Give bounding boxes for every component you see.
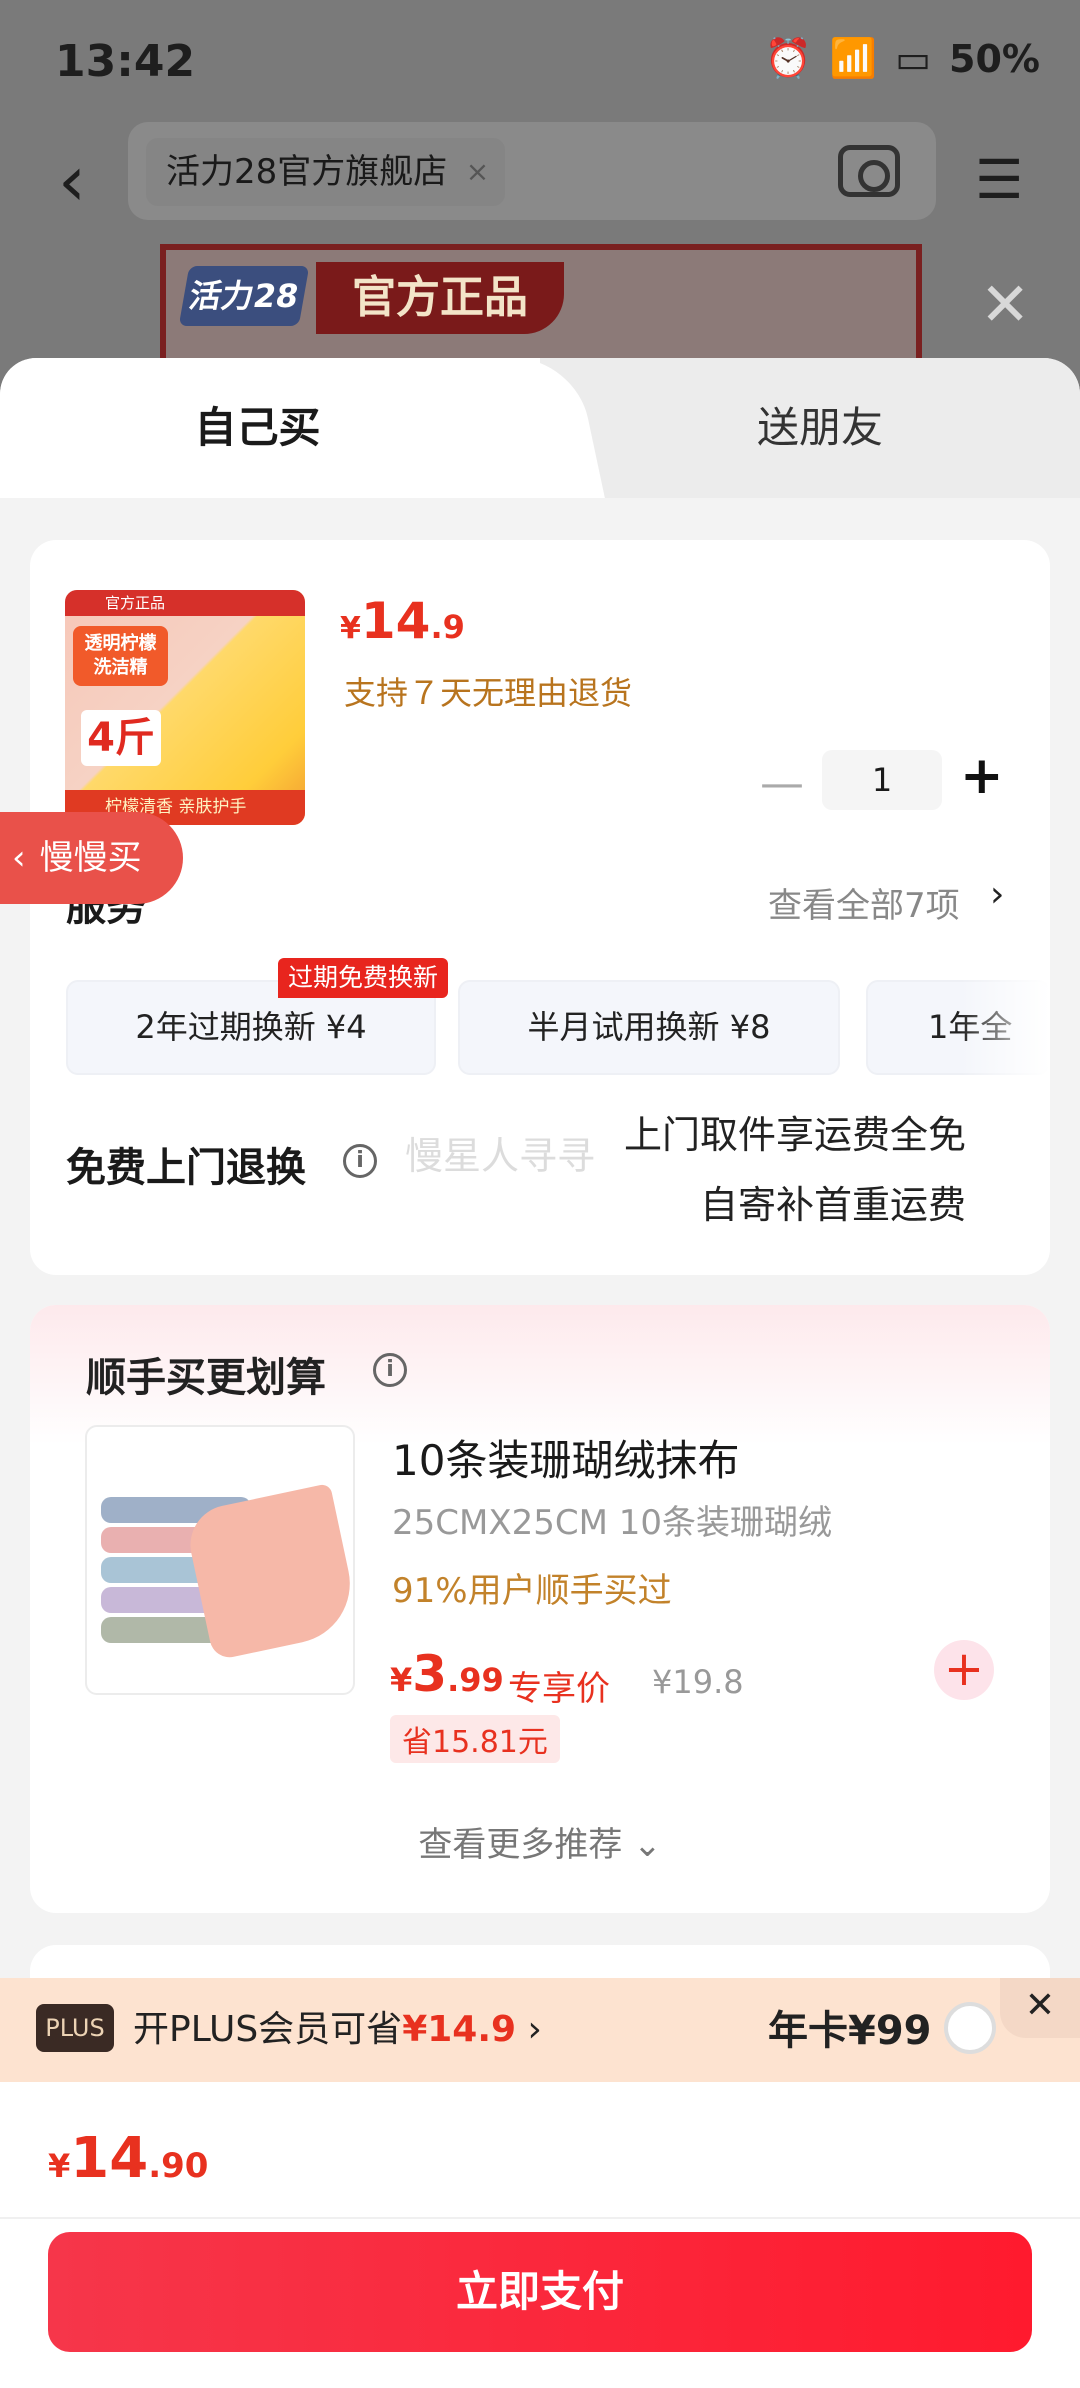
product-price: ¥14.9 [340,592,465,650]
plus-text-prefix: 开PLUS会员可省 [133,2009,403,2050]
total-integer: 14 [70,2126,149,2191]
recommend-item-spec: 25CMX25CM 10条装珊瑚绒 [392,1503,833,1543]
product-card: 官方正品 透明柠檬洗洁精 4斤 柠檬清香 亲肤护手 ¥14.9 支持７天无理由退… [30,540,1050,1275]
service-scroll-fade [960,970,1050,1080]
battery-icon: ▭ [895,36,932,81]
view-more-recommend-link[interactable]: 查看更多推荐 ⌄ [30,1817,1050,1866]
store-filter-chip[interactable]: 活力28官方旗舰店 × [146,138,506,206]
plus-year-card-price: 年卡¥99 [768,2008,932,2054]
quantity-decrease-button[interactable]: — [760,758,804,809]
plus-badge: PLUS [36,2004,114,2052]
product-image-tag: 透明柠檬洗洁精 [73,626,168,686]
plus-select-radio[interactable] [944,2002,996,2054]
checkout-footer: ¥14.90 立即支付 [0,2082,1080,2388]
total-price: ¥14.90 [48,2126,208,2191]
battery-level: 50% [949,36,1040,81]
free-return-line2: 自寄补首重运费 [699,1183,966,1227]
info-icon[interactable]: i [343,1144,377,1178]
service-view-all-link[interactable]: 查看全部7项 [768,878,960,927]
plus-promo-text[interactable]: 开PLUS会员可省¥14.9 › [133,2000,542,2052]
recommend-title: 顺手买更划算 [86,1355,326,1401]
close-icon[interactable]: ✕ [980,270,1030,340]
exclusive-price-label: 专享价 [508,1669,610,1709]
savings-badge: 省15.81元 [390,1715,560,1763]
info-icon[interactable]: i [373,1353,407,1387]
recommend-item-price: ¥3.99 [390,1645,504,1703]
status-time: 13:42 [55,36,196,87]
watermark: 慢星人寻寻 [405,1134,596,1178]
tab-send-to-friend[interactable]: 送朋友 [560,358,1080,498]
menu-icon[interactable]: ☰ [975,148,1023,211]
free-return-line1: 上门取件享运费全免 [623,1113,966,1157]
tab-buy-for-self[interactable]: 自己买 [0,358,515,498]
quantity-increase-button[interactable]: + [960,746,1004,806]
free-return-title: 免费上门退换 [66,1145,306,1191]
slow-buy-button[interactable]: ‹ 慢慢买 [0,812,183,904]
service-option-halfmonth[interactable]: 半月试用换新 ¥8 [458,980,840,1075]
divider [0,2217,1080,2219]
total-currency: ¥ [48,2147,71,2185]
price-decimal: .9 [430,608,465,646]
status-bar: 13:42 ⏰ 📶 ▭ 50% [0,0,1080,120]
product-image-weight: 4斤 [81,710,161,766]
towel-cloth [183,1483,353,1661]
recommend-item-name[interactable]: 10条装珊瑚绒抹布 [392,1427,739,1488]
back-button[interactable]: ‹ [58,140,86,222]
banner-text: 官方正品 [316,262,564,334]
store-chip-label: 活力28官方旗舰店 [166,152,448,192]
plus-text-amount: ¥14.9 [402,2009,517,2050]
product-banner: 活力28 官方正品 [160,244,922,374]
price-currency: ¥ [340,611,361,646]
camera-icon[interactable] [838,145,900,197]
plus-text-chevron: › [516,2009,542,2050]
chevron-right-icon[interactable]: › [990,874,1004,915]
brand-logo: 活力28 [178,266,310,326]
rec-price-decimal: .99 [447,1661,504,1699]
recommend-item-bought: 91%用户顺手买过 [392,1571,672,1611]
recommend-card: 顺手买更划算 i 10条装珊瑚绒抹布 25CMX25CM 10条装珊瑚绒 91%… [30,1305,1050,1913]
quantity-input[interactable]: 1 [822,750,942,810]
product-image[interactable]: 官方正品 透明柠檬洗洁精 4斤 柠檬清香 亲肤护手 [65,590,305,825]
product-image-label: 官方正品 [65,590,305,616]
price-integer: 14 [360,592,431,650]
recommend-item-image[interactable] [85,1425,355,1695]
close-icon[interactable]: ✕ [1000,1978,1080,2038]
plus-membership-bar[interactable]: PLUS 开PLUS会员可省¥14.9 › 年卡¥99 ✕ [0,1978,1080,2082]
pay-now-button[interactable]: 立即支付 [48,2232,1032,2352]
add-item-button[interactable]: + [934,1640,994,1700]
total-decimal: .90 [148,2146,209,2186]
slow-buy-label: 慢慢买 [39,838,142,878]
original-price: ¥19.8 [652,1663,744,1701]
return-policy-text: 支持７天无理由退货 [344,674,633,712]
wifi-icon: 📶 [829,36,878,80]
status-icons: ⏰ 📶 ▭ 50% [764,36,1040,81]
rec-price-currency: ¥ [390,1661,413,1699]
service-badge: 过期免费换新 [278,958,449,998]
chip-close-icon[interactable]: × [466,138,489,206]
alarm-icon: ⏰ [764,36,812,80]
rec-price-integer: 3 [412,1645,448,1703]
chevron-left-icon: ‹ [12,838,26,878]
